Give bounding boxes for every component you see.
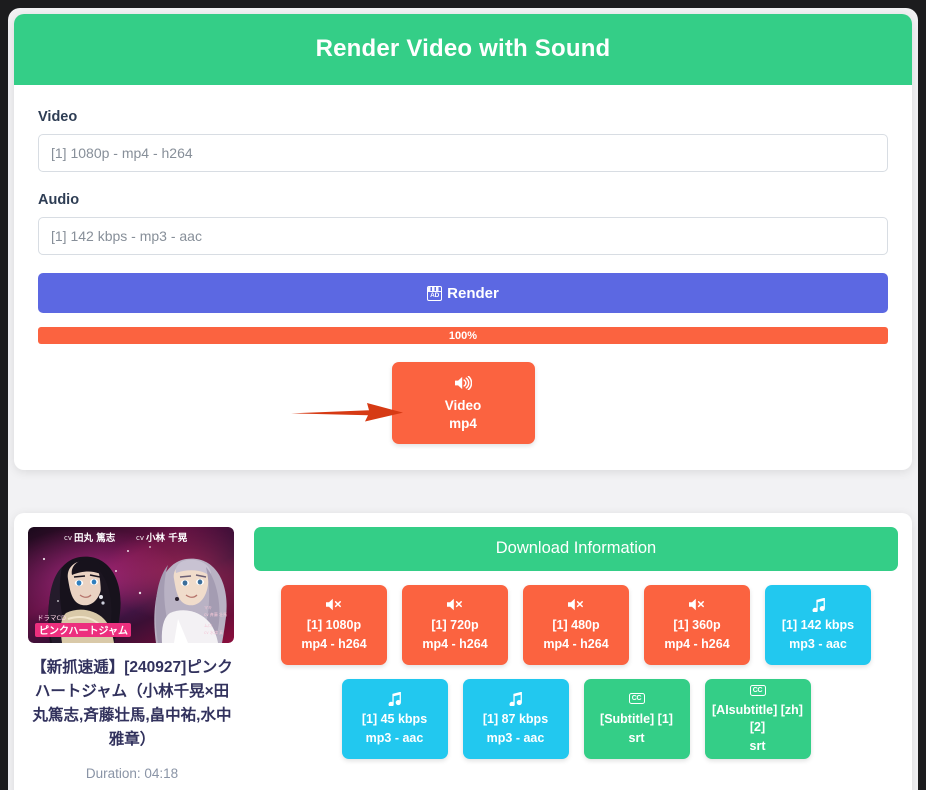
video-meta-column: cv 田丸 篤志 cv 小林 千晃 マキ cv 斉藤 壮馬 ムロ cv 水津 真…	[28, 527, 246, 783]
download-tile-line2: mp4 - h264	[543, 636, 609, 651]
download-tile-line1: [1] 480p	[552, 617, 600, 632]
download-tile-line2: srt	[749, 738, 766, 753]
rendered-video-line2: mp4	[449, 415, 477, 431]
svg-text:ムロ: ムロ	[204, 623, 212, 628]
download-options-column: Download Information [1] 1080p mp4 - h264…	[246, 527, 898, 783]
download-tile-video-1[interactable]: [1] 720p mp4 - h264	[402, 585, 508, 665]
closed-caption-icon: CC	[628, 692, 645, 706]
svg-text:マキ: マキ	[204, 605, 212, 610]
video-duration: Duration: 04:18	[85, 766, 179, 782]
download-tile-line2: srt	[628, 730, 645, 745]
svg-text:ピンクハートジャム: ピンクハートジャム	[39, 625, 128, 637]
music-note-icon	[509, 691, 522, 706]
rendered-video-download-tile[interactable]: Video mp4	[391, 362, 535, 444]
volume-mute-icon	[326, 598, 342, 612]
volume-mute-icon	[447, 598, 463, 612]
render-card-header: Render Video with Sound	[14, 14, 912, 85]
render-progress-label: 100%	[448, 329, 478, 342]
video-thumbnail[interactable]: cv 田丸 篤志 cv 小林 千晃 マキ cv 斉藤 壮馬 ムロ cv 水津 真…	[28, 527, 234, 643]
download-tile-video-2[interactable]: [1] 480p mp4 - h264	[523, 585, 629, 665]
download-tile-line2: mp4 - h264	[422, 636, 488, 651]
page-scroll-area[interactable]: Render Video with Sound Video [1] 1080p …	[8, 8, 918, 790]
render-card-body: Video [1] 1080p - mp4 - h264 Audio [1] 1…	[14, 85, 912, 470]
download-tile-line1: [1] 87 kbps	[482, 711, 549, 726]
svg-text:cv: cv	[136, 534, 144, 542]
svg-text:小林 千晃: 小林 千晃	[145, 532, 188, 544]
download-tile-video-0[interactable]: [1] 1080p mp4 - h264	[281, 585, 387, 665]
volume-up-icon	[454, 375, 472, 393]
music-note-icon	[812, 597, 825, 612]
render-button[interactable]: AD Render	[38, 273, 888, 313]
render-result-row: Video mp4	[38, 362, 888, 444]
download-tile-video-3[interactable]: [1] 360p mp4 - h264	[644, 585, 750, 665]
svg-text:cv 水津 真: cv 水津 真	[204, 629, 223, 635]
svg-text:田丸 篤志: 田丸 篤志	[74, 532, 116, 544]
video-title: 【新抓速逓】[240927]ピンクハートジャム（小林千晃×田丸篤志,斉藤壮馬,畠…	[31, 659, 233, 749]
download-tile-line2: mp4 - h264	[664, 636, 730, 651]
volume-mute-icon	[568, 598, 584, 612]
download-tile-subtitle-8[interactable]: CC [AIsubtitle] [zh] [2] srt	[704, 679, 811, 759]
download-tile-line1: [1] 142 kbps	[781, 617, 855, 632]
render-video-card: Render Video with Sound Video [1] 1080p …	[14, 14, 912, 470]
download-information-header: Download Information	[254, 527, 898, 571]
download-tile-line2: mp3 - aac	[365, 730, 424, 745]
svg-text:cv: cv	[64, 534, 72, 542]
download-tile-audio-6[interactable]: [1] 87 kbps mp3 - aac	[462, 679, 569, 759]
download-tile-line2: mp3 - aac	[789, 636, 847, 651]
download-tile-line2: mp4 - h264	[301, 636, 367, 651]
download-tile-line1: [1] 45 kbps	[361, 711, 428, 726]
download-tile-subtitle-7[interactable]: CC [Subtitle] [1] srt	[583, 679, 690, 759]
download-tile-line2: mp3 - aac	[486, 730, 545, 745]
download-tile-grid: [1] 1080p mp4 - h264 [1] 720p mp4 - h264 [1]…	[254, 585, 898, 759]
download-tile-audio-5[interactable]: [1] 45 kbps mp3 - aac	[341, 679, 448, 759]
volume-mute-icon	[689, 598, 705, 612]
svg-text:cv 斉藤 壮馬: cv 斉藤 壮馬	[204, 611, 227, 617]
rendered-video-line1: Video	[444, 397, 482, 413]
download-information-card: cv 田丸 篤志 cv 小林 千晃 マキ cv 斉藤 壮馬 ムロ cv 水津 真…	[14, 513, 912, 790]
audio-select-input[interactable]: [1] 142 kbps - mp3 - aac	[38, 217, 888, 255]
music-note-icon	[388, 691, 401, 706]
download-tile-line1: [1] 720p	[431, 617, 479, 632]
download-tile-line1: [AIsubtitle] [zh] [2]	[712, 703, 803, 735]
video-select-input[interactable]: [1] 1080p - mp4 - h264	[38, 134, 888, 172]
download-tile-audio-4[interactable]: [1] 142 kbps mp3 - aac	[765, 585, 871, 665]
download-tile-line1: [1] 360p	[673, 617, 721, 632]
svg-text:ドラマCD: ドラマCD	[37, 614, 66, 622]
render-progress-bar: 100%	[38, 327, 888, 344]
render-button-label: Render	[447, 284, 499, 302]
download-tile-line1: [1] 1080p	[306, 617, 362, 632]
render-progress-fill: 100%	[38, 327, 888, 344]
field-spacer	[38, 172, 888, 188]
download-tile-line1: [Subtitle] [1]	[600, 711, 673, 726]
closed-caption-icon: CC	[749, 683, 766, 697]
video-field-label: Video	[38, 109, 78, 125]
audio-field-label: Audio	[38, 192, 80, 208]
ad-window-icon: AD	[427, 285, 443, 301]
